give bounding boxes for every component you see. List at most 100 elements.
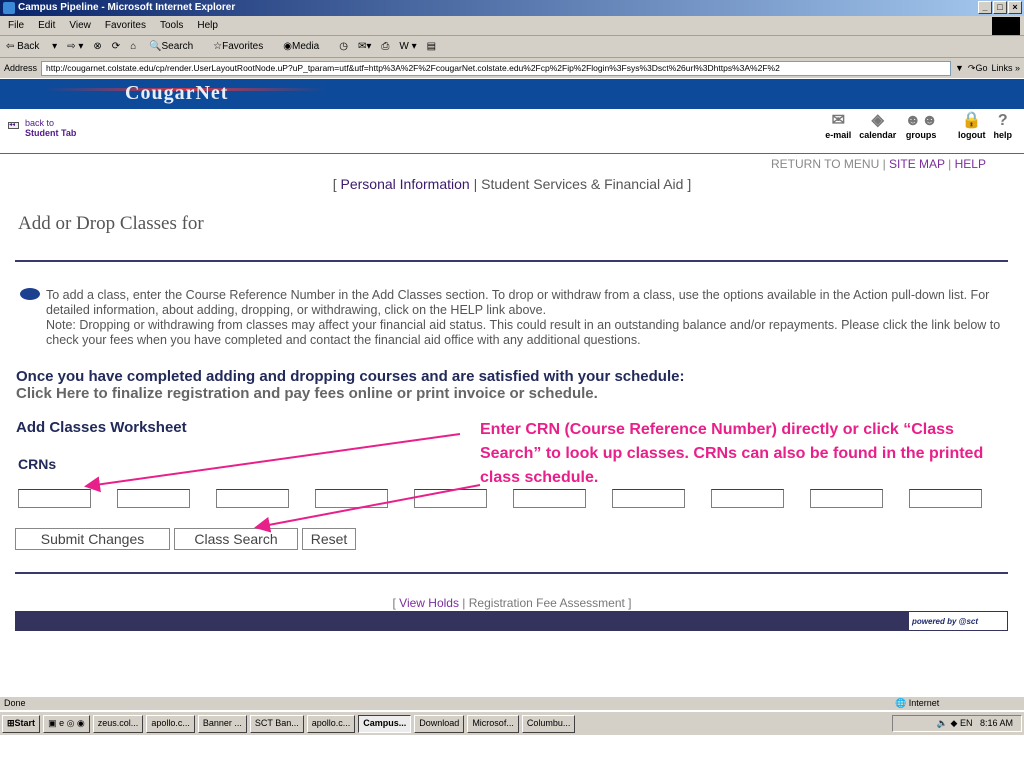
- taskbar-item[interactable]: apollo.c...: [306, 715, 356, 733]
- search-label: Search: [161, 41, 194, 52]
- print-icon[interactable]: ⎙: [381, 41, 389, 52]
- address-bar: Address http://cougarnet.colstate.edu/cp…: [0, 58, 1024, 78]
- lock-icon: 🔒: [961, 112, 982, 129]
- header-divider: [0, 153, 1024, 154]
- email-button[interactable]: ✉ e-mail: [825, 110, 851, 140]
- menu-edit[interactable]: Edit: [38, 20, 55, 31]
- tab-student-services[interactable]: Student Services & Financial Aid: [481, 176, 683, 192]
- crn-input[interactable]: [18, 489, 91, 508]
- search-button[interactable]: 🔍Search: [149, 41, 203, 52]
- divider: [15, 572, 1008, 574]
- return-to-menu-link[interactable]: RETURN TO MENU: [771, 157, 879, 171]
- site-map-link[interactable]: SITE MAP: [889, 157, 945, 171]
- zone-label: Internet: [908, 698, 940, 708]
- completion-heading: Once you have completed adding and dropp…: [16, 368, 685, 385]
- crn-input[interactable]: [216, 489, 289, 508]
- links-label: Links: [991, 63, 1013, 73]
- links-button[interactable]: Links »: [991, 63, 1020, 73]
- info-text: To add a class, enter the Course Referen…: [20, 288, 1010, 348]
- discuss-icon[interactable]: ▤: [427, 41, 436, 52]
- window-title: Campus Pipeline - Microsoft Internet Exp…: [18, 2, 236, 13]
- go-button[interactable]: ↷Go: [968, 63, 988, 74]
- back-button[interactable]: ⇦ Back ▾: [6, 41, 57, 52]
- taskbar-item[interactable]: Download: [414, 715, 465, 733]
- info-paragraph-2: Note: Dropping or withdrawing from class…: [46, 318, 1001, 347]
- maximize-button[interactable]: □: [993, 1, 1007, 14]
- quick-launch[interactable]: ▣ e ◎ ◉: [43, 715, 90, 733]
- groups-button[interactable]: ☻☻ groups: [904, 112, 938, 140]
- tab-personal-information[interactable]: Personal Information: [341, 176, 470, 192]
- groups-icon: ☻☻: [904, 112, 938, 129]
- reset-button[interactable]: Reset: [302, 528, 356, 550]
- finalize-registration-link[interactable]: Click Here to finalize registration and …: [16, 385, 598, 402]
- address-input[interactable]: http://cougarnet.colstate.edu/cp/render.…: [41, 60, 951, 76]
- crns-label: CRNs: [18, 456, 57, 472]
- header-icons: ✉ e-mail ◈ calendar ☻☻ groups 🔒 logout ? help: [825, 110, 1012, 140]
- crn-input[interactable]: [117, 489, 190, 508]
- ie-icon: [3, 2, 15, 14]
- taskbar-item[interactable]: Microsof...: [467, 715, 519, 733]
- address-dropdown[interactable]: ▼: [955, 63, 964, 73]
- back-arrow-icon: ◂◂: [8, 122, 19, 129]
- section-tabs: [ Personal Information | Student Service…: [332, 176, 692, 192]
- taskbar-item[interactable]: Columbu...: [521, 715, 576, 733]
- menu-help[interactable]: Help: [197, 20, 218, 31]
- info-paragraph-1: To add a class, enter the Course Referen…: [46, 288, 990, 317]
- menu-tools[interactable]: Tools: [160, 20, 183, 31]
- menu-file[interactable]: File: [8, 20, 24, 31]
- back-to-student-tab-link[interactable]: ◂◂ back to Student Tab: [8, 118, 76, 138]
- history-icon[interactable]: ◷: [339, 41, 348, 52]
- registration-fee-link[interactable]: Registration Fee Assessment: [469, 596, 625, 610]
- taskbar-item[interactable]: Banner ...: [197, 715, 247, 733]
- calendar-icon: ◈: [871, 112, 884, 129]
- start-button[interactable]: ⊞Start: [2, 715, 41, 733]
- sct-logo: powered by @sct: [908, 611, 1008, 631]
- taskbar-item[interactable]: zeus.col...: [92, 715, 144, 733]
- menu-favorites[interactable]: Favorites: [105, 20, 146, 31]
- crn-input[interactable]: [315, 489, 388, 508]
- cougarnet-logo: CougarNet: [125, 82, 229, 104]
- minimize-button[interactable]: _: [978, 1, 992, 14]
- submit-changes-button[interactable]: Submit Changes: [15, 528, 170, 550]
- help-link[interactable]: HELP: [955, 157, 986, 171]
- crn-input[interactable]: [612, 489, 685, 508]
- back-line2: Student Tab: [25, 128, 77, 138]
- title-bar: Campus Pipeline - Microsoft Internet Exp…: [0, 0, 1024, 16]
- toolbar: ⇦ Back ▾ ⇨ ▾ ⊗ ⟳ ⌂ 🔍Search ☆Favorites ◉Media ◷ ✉…: [0, 36, 1024, 58]
- media-button[interactable]: ◉Media: [283, 41, 329, 52]
- taskbar-item[interactable]: Campus...: [358, 715, 412, 733]
- menu-view[interactable]: View: [69, 20, 91, 31]
- logout-button[interactable]: 🔒 logout: [958, 110, 986, 140]
- taskbar-item[interactable]: apollo.c...: [146, 715, 195, 733]
- status-bar: Done 🌐 Internet: [0, 696, 1024, 710]
- crn-input[interactable]: [513, 489, 586, 508]
- help-label: help: [993, 130, 1012, 140]
- info-bubble-icon: [20, 288, 40, 300]
- view-holds-link[interactable]: View Holds: [399, 596, 459, 610]
- taskbar-item[interactable]: SCT Ban...: [249, 715, 304, 733]
- worksheet-heading: Add Classes Worksheet: [16, 419, 187, 436]
- crn-input[interactable]: [810, 489, 883, 508]
- crn-input[interactable]: [909, 489, 982, 508]
- crn-input[interactable]: [414, 489, 487, 508]
- home-icon[interactable]: ⌂: [130, 41, 136, 52]
- help-button[interactable]: ? help: [993, 112, 1012, 140]
- mail-icon[interactable]: ✉▾: [358, 41, 371, 52]
- email-label: e-mail: [825, 130, 852, 140]
- groups-label: groups: [905, 130, 937, 140]
- forward-button[interactable]: ⇨ ▾: [67, 41, 83, 52]
- language-indicator[interactable]: EN: [960, 718, 973, 728]
- close-button[interactable]: ×: [1008, 1, 1022, 14]
- system-tray: 🔈 ◆ EN 8:16 AM: [892, 715, 1022, 732]
- calendar-button[interactable]: ◈ calendar: [859, 110, 896, 140]
- edit-icon[interactable]: W ▾: [399, 41, 416, 52]
- favorites-button[interactable]: ☆Favorites: [213, 41, 273, 52]
- stop-icon[interactable]: ⊗: [93, 41, 101, 52]
- question-icon: ?: [997, 112, 1008, 129]
- crn-input[interactable]: [711, 489, 784, 508]
- zone-indicator: 🌐 Internet: [895, 698, 940, 708]
- refresh-icon[interactable]: ⟳: [112, 41, 120, 52]
- tray-icons: 🔈 ◆: [936, 718, 960, 728]
- class-search-button[interactable]: Class Search: [174, 528, 298, 550]
- menu-bar: File Edit View Favorites Tools Help: [0, 16, 1024, 36]
